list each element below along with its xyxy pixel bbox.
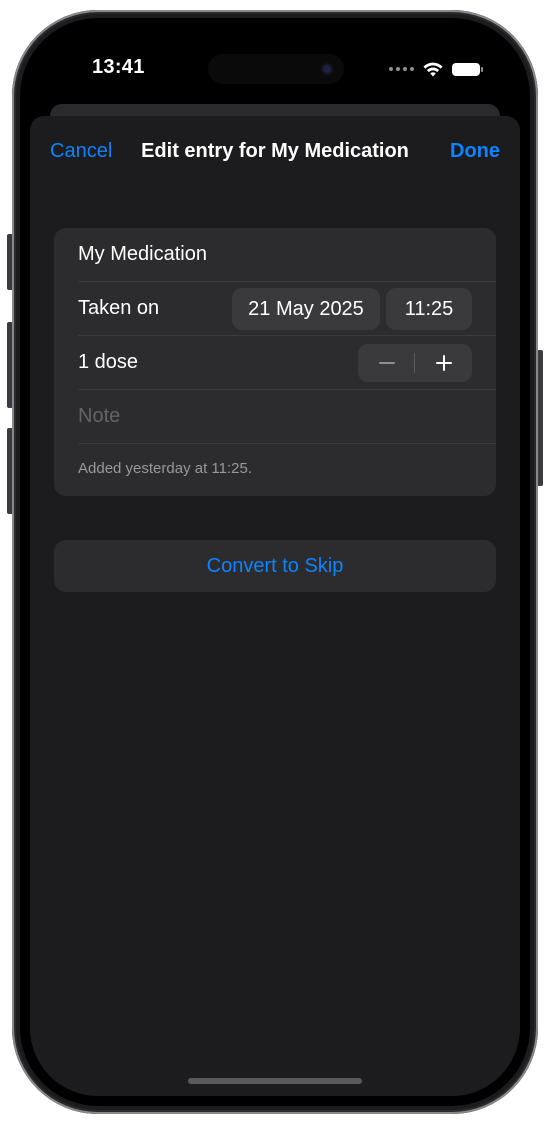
dose-stepper: [358, 344, 472, 382]
wifi-icon: [423, 62, 443, 76]
navigation-bar: Cancel Edit entry for My Medication Done: [30, 116, 520, 186]
battery-icon: [452, 62, 483, 76]
status-time: 13:41: [92, 56, 145, 78]
page-title: Edit entry for My Medication: [141, 140, 409, 162]
date-picker-button[interactable]: 21 May 2025: [232, 288, 380, 330]
medication-name: My Medication: [78, 243, 207, 265]
front-camera-icon: [320, 62, 334, 76]
signal-dots-icon: [389, 67, 414, 71]
note-row[interactable]: Note: [54, 390, 496, 444]
home-indicator[interactable]: [188, 1078, 362, 1084]
device-stage: 13:41 Cancel Edit entry for My Medicatio…: [0, 0, 550, 1124]
note-field[interactable]: Note: [78, 405, 120, 428]
taken-on-row: Taken on 21 May 2025 11:25: [54, 282, 496, 336]
medication-name-row: My Medication: [54, 228, 496, 282]
edit-entry-sheet: Cancel Edit entry for My Medication Done…: [30, 116, 520, 1096]
minus-icon: [378, 362, 395, 364]
time-picker-button[interactable]: 11:25: [386, 288, 472, 330]
screen: 13:41 Cancel Edit entry for My Medicatio…: [30, 28, 520, 1096]
convert-to-skip-button[interactable]: Convert to Skip: [54, 540, 496, 592]
status-bar: 13:41: [30, 28, 520, 108]
dynamic-island: [208, 54, 344, 84]
row-divider: [78, 443, 496, 444]
done-button[interactable]: Done: [450, 140, 500, 163]
decrement-button[interactable]: [358, 344, 415, 382]
taken-on-label: Taken on: [78, 297, 160, 319]
increment-button[interactable]: [415, 344, 472, 382]
status-icons: [389, 58, 483, 80]
entry-form-group: My Medication Taken on 21 May 2025 11:25…: [54, 228, 496, 496]
plus-icon: [435, 355, 452, 371]
added-footnote: Added yesterday at 11:25.: [78, 460, 253, 477]
dose-row: 1 dose: [54, 336, 496, 390]
dose-label: 1 dose: [78, 351, 139, 373]
